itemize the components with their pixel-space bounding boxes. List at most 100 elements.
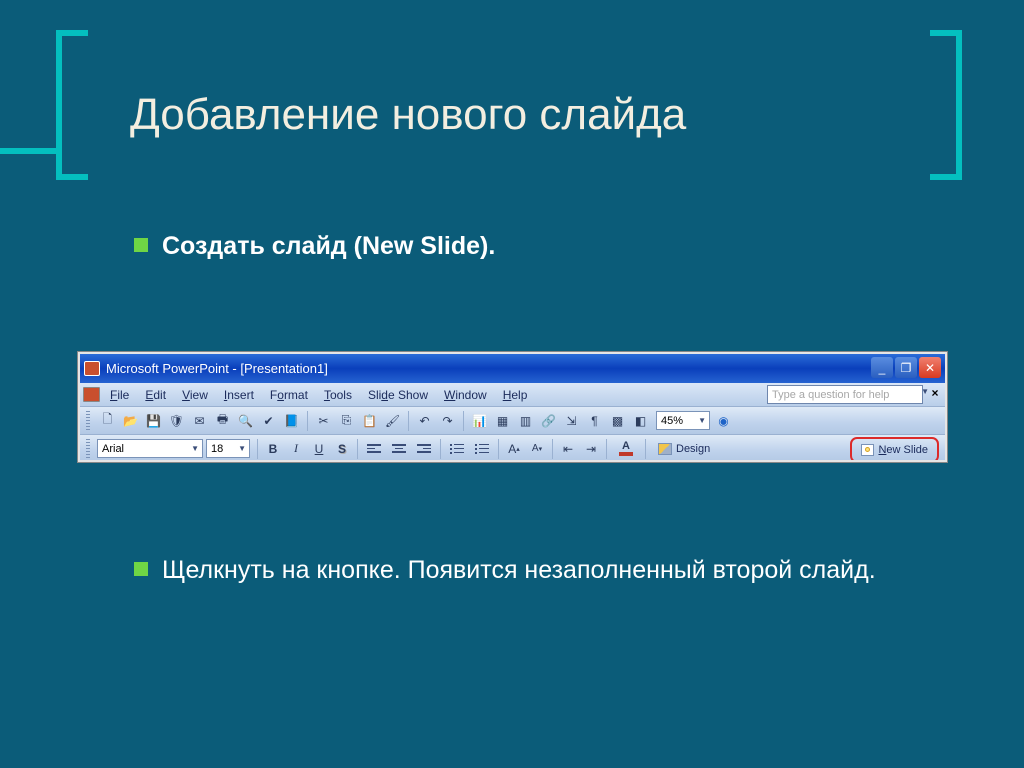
increase-indent-button[interactable]: ⇥ [581,439,601,459]
bullet-icon [134,562,148,576]
bullet-2: Щелкнуть на кнопке. Появится незаполненн… [134,554,876,588]
design-label: Design [676,443,710,455]
tables-borders-button[interactable]: ▥ [516,411,535,430]
menu-slideshow[interactable]: Slide Show [368,388,428,402]
chevron-down-icon: ▼ [191,444,199,453]
menu-format[interactable]: Format [270,388,308,402]
font-size-combo[interactable]: 18 ▼ [206,439,250,458]
font-name-combo[interactable]: Arial ▼ [97,439,203,458]
bullets-button[interactable] [471,439,493,459]
open-button[interactable]: 📂 [121,411,140,430]
print-preview-button[interactable]: 🔍 [236,411,255,430]
font-size-value: 18 [211,443,223,455]
decrease-indent-button[interactable]: ⇤ [558,439,578,459]
chevron-down-icon: ▼ [698,416,706,425]
toolbar-grip[interactable] [86,411,90,431]
separator [645,439,646,459]
redo-button[interactable]: ↷ [438,411,457,430]
paste-button[interactable]: 📋 [360,411,379,430]
close-button[interactable]: ✕ [919,357,941,378]
email-button[interactable]: ✉ [190,411,209,430]
align-left-button[interactable] [363,439,385,459]
new-slide-button[interactable]: New Slide [854,440,935,460]
window-title: Microsoft PowerPoint - [Presentation1] [106,361,328,376]
underline-button[interactable]: U [309,439,329,459]
maximize-button[interactable]: ❐ [895,357,917,378]
minimize-button[interactable]: _ [871,357,893,378]
design-icon [658,443,672,455]
menu-insert[interactable]: Insert [224,388,254,402]
align-right-button[interactable] [413,439,435,459]
standard-toolbar: 🗋 📂 💾 🛡 ✉ 🖶 🔍 ✔ 📘 ✂ ⎘ 📋 🖌 ↶ ↷ 📊 ▦ ▥ 🔗 ⇲ … [80,407,945,435]
new-button[interactable]: 🗋 [98,411,117,430]
menu-help[interactable]: Help [503,388,528,402]
zoom-value: 45% [661,415,683,427]
show-formatting-button[interactable]: ¶ [585,411,604,430]
color-grayscale-button[interactable]: ◧ [631,411,650,430]
separator [257,439,258,459]
undo-button[interactable]: ↶ [415,411,434,430]
design-button[interactable]: Design [651,439,717,459]
format-painter-button[interactable]: 🖌 [383,411,402,430]
research-button[interactable]: 📘 [282,411,301,430]
powerpoint-window: Microsoft PowerPoint - [Presentation1] _… [78,352,947,462]
separator [440,439,441,459]
ask-dropdown-icon[interactable]: ▼ [921,387,929,396]
bold-button[interactable]: B [263,439,283,459]
new-slide-label: New Slide [878,444,928,456]
window-controls: _ ❐ ✕ [871,357,941,378]
decrease-font-button[interactable]: A▾ [527,439,547,459]
slide: Добавление нового слайда Создать слайд (… [0,0,1024,768]
powerpoint-icon [84,361,100,376]
new-slide-highlight: New Slide [850,437,939,462]
align-center-button[interactable] [388,439,410,459]
zoom-combo[interactable]: 45% ▼ [656,411,710,430]
separator [606,439,607,459]
spelling-button[interactable]: ✔ [259,411,278,430]
save-button[interactable]: 💾 [144,411,163,430]
doc-icon [83,387,100,402]
cut-button[interactable]: ✂ [314,411,333,430]
chevron-down-icon: ▼ [238,444,246,453]
show-grid-button[interactable]: ▩ [608,411,627,430]
help-button[interactable]: ◉ [714,411,733,430]
formatting-toolbar: Arial ▼ 18 ▼ B I U S A▴ A▾ ⇤ ⇥ [80,435,945,462]
page-title: Добавление нового слайда [130,90,686,140]
font-color-button[interactable]: A [612,439,640,459]
insert-hyperlink-button[interactable]: 🔗 [539,411,558,430]
new-slide-icon [861,444,874,456]
menu-edit[interactable]: Edit [145,388,166,402]
bracket-right [930,30,962,180]
separator [357,439,358,459]
menubar: File Edit View Insert Format Tools Slide… [80,383,945,407]
bracket-left [56,30,88,180]
menu-view[interactable]: View [182,388,208,402]
increase-font-button[interactable]: A▴ [504,439,524,459]
insert-table-button[interactable]: ▦ [493,411,512,430]
italic-button[interactable]: I [286,439,306,459]
accent-line [0,148,58,154]
separator [552,439,553,459]
bullet-icon [134,238,148,252]
font-name-value: Arial [102,443,124,455]
numbering-button[interactable] [446,439,468,459]
insert-chart-button[interactable]: 📊 [470,411,489,430]
document-close-button[interactable]: × [929,387,941,399]
separator [498,439,499,459]
expand-all-button[interactable]: ⇲ [562,411,581,430]
permission-button[interactable]: 🛡 [167,411,186,430]
print-button[interactable]: 🖶 [213,411,232,430]
titlebar[interactable]: Microsoft PowerPoint - [Presentation1] _… [80,354,945,383]
bullet-2-text: Щелкнуть на кнопке. Появится незаполненн… [162,554,876,588]
menu-tools[interactable]: Tools [324,388,352,402]
ask-question-input[interactable]: Type a question for help [767,385,923,404]
copy-button[interactable]: ⎘ [337,411,356,430]
bullet-1-text: Создать слайд (New Slide). [162,230,495,264]
separator [307,411,308,431]
menu-file[interactable]: File [110,388,129,402]
separator [463,411,464,431]
menu-window[interactable]: Window [444,388,487,402]
toolbar-grip[interactable] [86,439,90,459]
bullet-1: Создать слайд (New Slide). [134,230,495,264]
shadow-button[interactable]: S [332,439,352,459]
